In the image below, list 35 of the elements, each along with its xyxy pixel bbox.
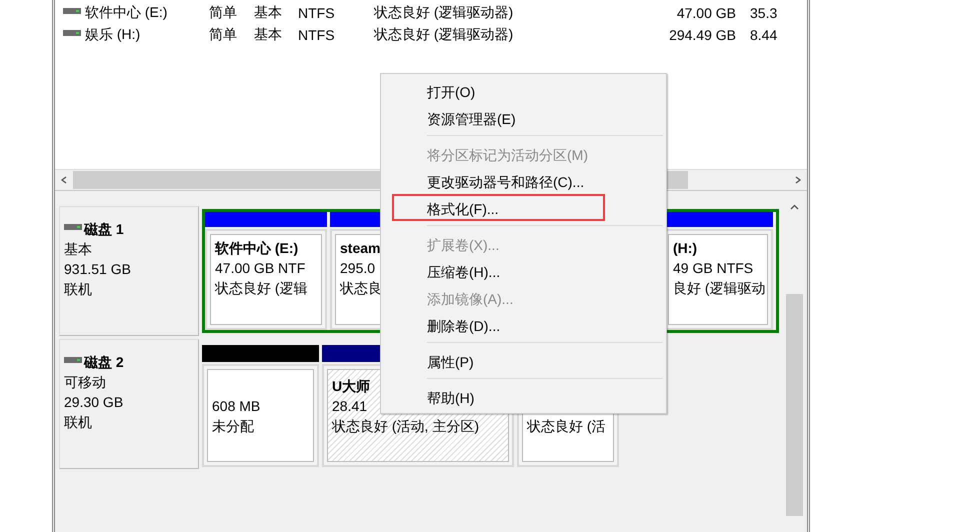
table-cell-text: NTFS (298, 27, 336, 43)
disk-name: 磁盘 2 (84, 353, 124, 372)
partition-title: (H:) (673, 239, 698, 258)
partition-size: 295.0 (340, 259, 376, 278)
table-cell-text: 状态良好 (逻辑驱动器) (374, 26, 514, 44)
table-cell-text: 基本 (254, 4, 283, 22)
partition-status: 状态良好 (活动, 主分区) (332, 417, 479, 436)
table-cell-text: 47.00 GB (676, 5, 737, 21)
table-cell-text: 294.49 GB (668, 27, 737, 43)
partition-size: 28.41 (332, 397, 368, 416)
table-cell-text: 简单 (209, 26, 238, 44)
partition-status: 未分配 (212, 417, 254, 436)
partition-size: 47.00 GB NTF (215, 259, 306, 278)
table-cell-text: 状态良好 (逻辑驱动器) (374, 4, 514, 22)
partition-size: 49 GB NTFS (673, 259, 754, 278)
partition-title: steam (340, 239, 380, 258)
table-cell-text: NTFS (298, 5, 336, 21)
partition-title: U大师 (332, 377, 370, 396)
disk-size: 931.51 GB (64, 260, 132, 279)
disk-size: 29.30 GB (64, 393, 124, 412)
partition-status: 状态良好 (逻辑 (215, 279, 308, 298)
partition-title: 软件中心 (E:) (215, 239, 298, 258)
disk-name: 磁盘 1 (84, 220, 124, 239)
table-cell-text: 基本 (254, 26, 283, 44)
table-cell-text: 简单 (209, 4, 238, 22)
table-cell-text: 8.44 (750, 27, 778, 43)
partition-status: 良好 (逻辑驱动 (673, 279, 766, 298)
disk-type: 可移动 (64, 373, 107, 392)
partition-size: 608 MB (212, 397, 260, 416)
partition-status: 状态良 (340, 279, 382, 298)
partition-status: 状态良好 (活 (527, 417, 606, 436)
disk-state: 联机 (64, 280, 93, 299)
table-cell-text: 35.3 (750, 5, 778, 21)
disk-state: 联机 (64, 413, 93, 432)
disk-type: 基本 (64, 240, 93, 259)
